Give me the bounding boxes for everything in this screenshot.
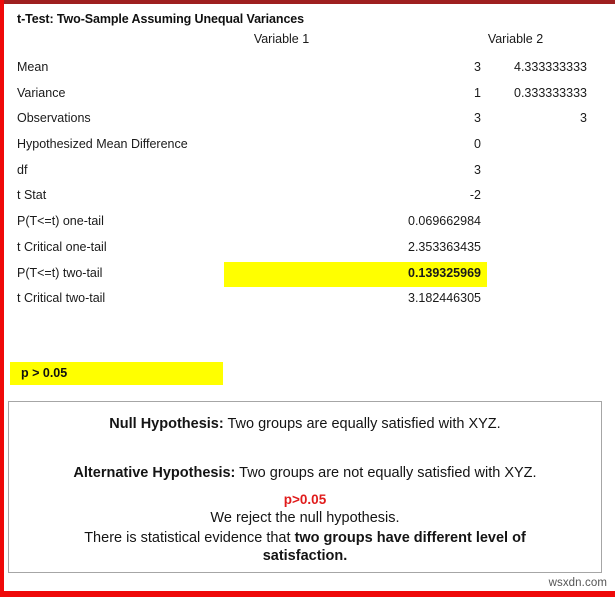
p-value-callout-box: p > 0.05 [10,362,223,385]
column-header-variable-2: Variable 2 [487,32,544,46]
stat-value-variable-1: 3.182446305 [408,291,481,306]
alternative-hypothesis-label: Alternative Hypothesis: [73,464,236,481]
table-row: t Critical one-tail 2.353363435 [4,236,615,262]
stat-label: Mean [17,60,49,74]
stat-value-variable-1: 3 [474,162,481,177]
stat-value-variable-2: 4.333333333 [514,60,587,74]
table-row: Observations 3 3 [4,107,615,133]
alternative-hypothesis-text: Two groups are not equally satisfied wit… [235,464,537,481]
ttest-statistics-table: Mean 3 4.333333333 Variance 1 0.33333333… [4,56,615,313]
stat-value-variable-1: 3 [474,111,481,126]
stat-value-variable-1: 1 [474,85,481,100]
conclusion-evidence-line-2: satisfaction. [262,548,348,565]
table-row: df 3 [4,159,615,185]
stat-label: Observations [17,111,91,126]
null-hypothesis-text: Two groups are equally satisfied with XY… [223,416,501,432]
column-header-variable-1: Variable 1 [253,32,310,46]
table-row: P(T<=t) one-tail 0.069662984 [4,210,615,236]
stat-label: t Critical one-tail [17,239,107,254]
alternative-hypothesis-line: Alternative Hypothesis: Two groups are n… [9,464,601,483]
stat-value-variable-1: 0.139325969 [408,265,481,280]
conclusion-p-value-note: p>0.05 [283,492,327,508]
table-row: Variance 1 0.333333333 [4,82,615,108]
stat-value-variable-1: 0.069662984 [408,214,481,229]
p-value-callout-text: p > 0.05 [21,366,68,380]
conclusion-evidence-emphasis: two groups have different level of [294,529,526,546]
stat-label: P(T<=t) one-tail [17,214,104,229]
watermark: wsxdn.com [548,577,607,589]
stat-value-variable-1: 2.353363435 [408,239,481,254]
stat-value-variable-1: 3 [474,60,481,74]
stat-label: t Critical two-tail [17,291,106,306]
red-frame-bottom-border [0,591,615,597]
conclusion-decision: We reject the null hypothesis. [210,510,400,527]
stat-label: df [17,162,28,177]
screenshot-root: t-Test: Two-Sample Assuming Unequal Vari… [0,0,615,597]
table-row: Hypothesized Mean Difference 0 [4,133,615,159]
null-hypothesis-label: Null Hypothesis: [109,416,224,432]
null-hypothesis-line: Null Hypothesis: Two groups are equally … [9,415,601,434]
stat-label: Hypothesized Mean Difference [17,137,188,152]
stat-value-variable-2: 0.333333333 [514,85,587,100]
stat-value-variable-2: 3 [580,111,587,126]
stat-value-variable-1: 0 [474,137,481,152]
conclusion-panel: Null Hypothesis: Two groups are equally … [8,401,602,573]
conclusion-evidence-prefix: There is statistical evidence that [84,529,295,546]
table-row-highlighted-p-two-tail: P(T<=t) two-tail 0.139325969 [4,261,615,288]
conclusion-evidence-line: There is statistical evidence that two g… [9,529,601,548]
table-row: t Stat -2 [4,184,615,210]
stat-label: P(T<=t) two-tail [17,265,103,280]
stat-value-variable-1: -2 [469,188,481,203]
report-title: t-Test: Two-Sample Assuming Unequal Vari… [17,12,304,26]
table-row: Mean 3 4.333333333 [4,56,615,82]
ttest-output-sheet: t-Test: Two-Sample Assuming Unequal Vari… [4,4,615,384]
table-row: t Critical two-tail 3.182446305 [4,287,615,313]
stat-label: Variance [17,85,66,100]
stat-label: t Stat [17,188,47,203]
